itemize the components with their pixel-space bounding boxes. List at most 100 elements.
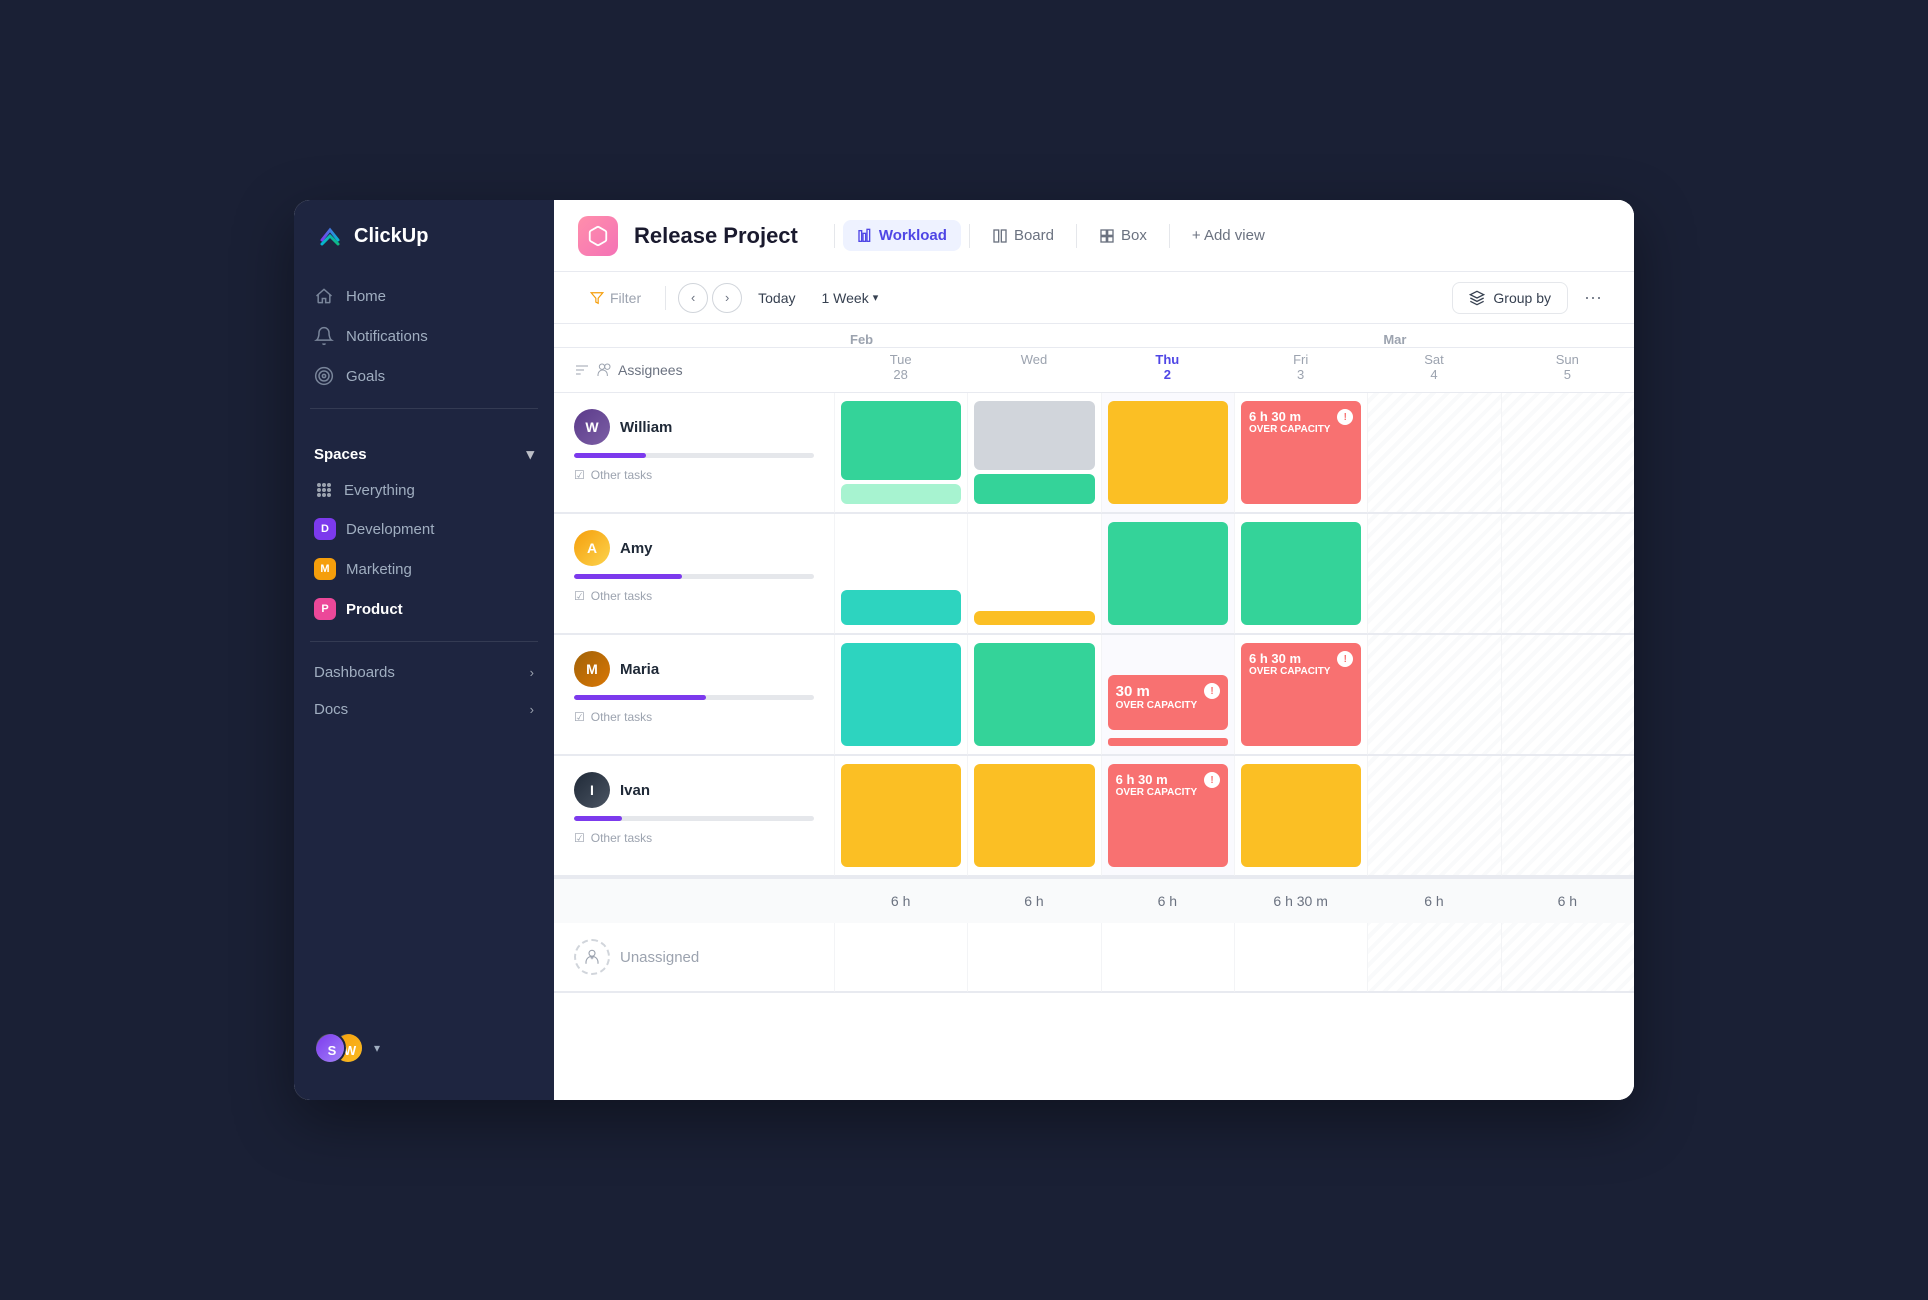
prev-button[interactable]: ‹	[678, 283, 708, 313]
month-cell-fri	[1234, 324, 1367, 347]
filter-icon	[590, 291, 604, 305]
ivan-task-tue[interactable]	[841, 764, 961, 867]
tab-divider-3	[1076, 224, 1077, 248]
amy-capacity-bar	[574, 574, 814, 579]
footer-chevron-icon: ▾	[374, 1041, 380, 1055]
maria-cell-wed	[967, 635, 1100, 755]
app-container: ClickUp Home Notifications	[294, 200, 1634, 1100]
user-avatars[interactable]: S W	[314, 1032, 366, 1064]
add-view-button[interactable]: + Add view	[1178, 220, 1279, 251]
logo-text: ClickUp	[354, 225, 428, 248]
assignees-sort-icon	[574, 362, 590, 378]
sidebar-item-home[interactable]: Home	[302, 276, 546, 316]
tab-workload[interactable]: Workload	[843, 220, 961, 251]
ivan-other-tasks[interactable]: ☑ Other tasks	[574, 831, 814, 859]
william-task-wed-1[interactable]	[974, 401, 1094, 470]
william-task-fri[interactable]: 6 h 30 m OVER CAPACITY !	[1241, 401, 1361, 504]
footer-cell-5: 6 h	[1367, 878, 1500, 923]
sidebar-item-notifications[interactable]: Notifications	[302, 316, 546, 356]
footer-cell-0	[554, 878, 834, 923]
footer-cell-4: 6 h 30 m	[1234, 878, 1367, 923]
amy-cell-thu	[1101, 514, 1234, 634]
amy-cell-fri	[1234, 514, 1367, 634]
sidebar-item-goals[interactable]: Goals	[302, 356, 546, 396]
docs-chevron-icon: ›	[530, 702, 534, 717]
day-cell-thu: Thu 2	[1101, 348, 1234, 392]
month-cell-sun	[1501, 324, 1634, 347]
unassigned-cell-sat	[1367, 923, 1500, 992]
marketing-badge: M	[314, 558, 336, 580]
sidebar-nav: Home Notifications Goals	[294, 276, 554, 396]
ivan-task-wed[interactable]	[974, 764, 1094, 867]
footer-cell-3: 6 h	[1101, 878, 1234, 923]
ivan-task-fri[interactable]	[1241, 764, 1361, 867]
tab-box[interactable]: Box	[1085, 220, 1161, 251]
amy-task-wed[interactable]	[974, 611, 1094, 625]
amy-cell-sun	[1501, 514, 1634, 634]
william-avatar: W	[574, 409, 610, 445]
unassigned-cell-fri	[1234, 923, 1367, 992]
group-by-button[interactable]: Group by	[1452, 282, 1568, 314]
maria-task-tue[interactable]	[841, 643, 961, 746]
amy-task-tue[interactable]	[841, 590, 961, 625]
sidebar-divider-2	[310, 641, 538, 642]
project-title: Release Project	[634, 223, 798, 249]
maria-task-wed[interactable]	[974, 643, 1094, 746]
ivan-cell-thu: 6 h 30 m OVER CAPACITY !	[1101, 756, 1234, 876]
amy-cell-wed	[967, 514, 1100, 634]
unassigned-avatar	[574, 939, 610, 975]
ivan-task-thu[interactable]: 6 h 30 m OVER CAPACITY !	[1108, 764, 1228, 867]
sidebar-item-everything[interactable]: Everything	[302, 471, 546, 509]
william-task-tue-2[interactable]	[841, 484, 961, 504]
warning-icon: !	[1337, 409, 1353, 425]
amy-cell-tue	[834, 514, 967, 634]
maria-info: M Maria ☑ Other tasks	[554, 635, 834, 755]
spaces-header[interactable]: Spaces ▾	[302, 437, 546, 471]
other-tasks-icon: ☑	[574, 831, 585, 845]
william-cell-tue	[834, 393, 967, 513]
william-task-tue-1[interactable]	[841, 401, 961, 480]
william-task-wed-2[interactable]	[974, 474, 1094, 504]
amy-task-fri[interactable]	[1241, 522, 1361, 625]
sidebar-item-dashboards[interactable]: Dashboards ›	[302, 654, 546, 691]
bell-icon	[314, 326, 334, 346]
maria-task-fri[interactable]: 6 h 30 m OVER CAPACITY !	[1241, 643, 1361, 746]
ivan-avatar: I	[574, 772, 610, 808]
william-other-tasks[interactable]: ☑ Other tasks	[574, 468, 814, 496]
amy-task-thu[interactable]	[1108, 522, 1228, 625]
grid-icon	[314, 480, 334, 500]
footer-cell-6: 6 h	[1501, 878, 1634, 923]
filter-button[interactable]: Filter	[578, 284, 653, 312]
day-header-row: Assignees Tue 28 Wed Thu 2 Fri 3	[554, 348, 1634, 393]
william-cell-thu	[1101, 393, 1234, 513]
sidebar-footer: S W ▾	[294, 1016, 554, 1080]
sidebar-item-product[interactable]: P Product	[302, 589, 546, 629]
tab-board[interactable]: Board	[978, 220, 1068, 251]
today-button[interactable]: Today	[746, 284, 807, 312]
footer-cell-1: 6 h	[834, 878, 967, 923]
development-badge: D	[314, 518, 336, 540]
maria-other-tasks[interactable]: ☑ Other tasks	[574, 710, 814, 738]
person-row-maria: M Maria ☑ Other tasks	[554, 635, 1634, 756]
maria-task-thu[interactable]: 30 m OVER CAPACITY !	[1108, 675, 1228, 730]
warning-icon-maria: !	[1204, 683, 1220, 699]
unassigned-icon	[583, 948, 601, 966]
month-cell-wed	[967, 324, 1100, 347]
week-selector[interactable]: 1 Week ▾	[811, 284, 888, 312]
ivan-cell-sun	[1501, 756, 1634, 876]
sidebar-item-marketing[interactable]: M Marketing	[302, 549, 546, 589]
workload-area[interactable]: Feb Mar Assignees	[554, 324, 1634, 1100]
sidebar-item-docs[interactable]: Docs ›	[302, 691, 546, 728]
sidebar-item-development[interactable]: D Development	[302, 509, 546, 549]
amy-other-tasks[interactable]: ☑ Other tasks	[574, 589, 814, 617]
sidebar-divider-1	[310, 408, 538, 409]
day-cell-tue: Tue 28	[834, 348, 967, 392]
maria-capacity-bar	[574, 695, 814, 700]
william-task-thu[interactable]	[1108, 401, 1228, 504]
next-button[interactable]: ›	[712, 283, 742, 313]
logo[interactable]: ClickUp	[294, 220, 554, 276]
day-cell-fri: Fri 3	[1234, 348, 1367, 392]
more-options-button[interactable]: ···	[1576, 281, 1610, 315]
other-tasks-icon: ☑	[574, 710, 585, 724]
unassigned-info: Unassigned	[554, 923, 834, 992]
